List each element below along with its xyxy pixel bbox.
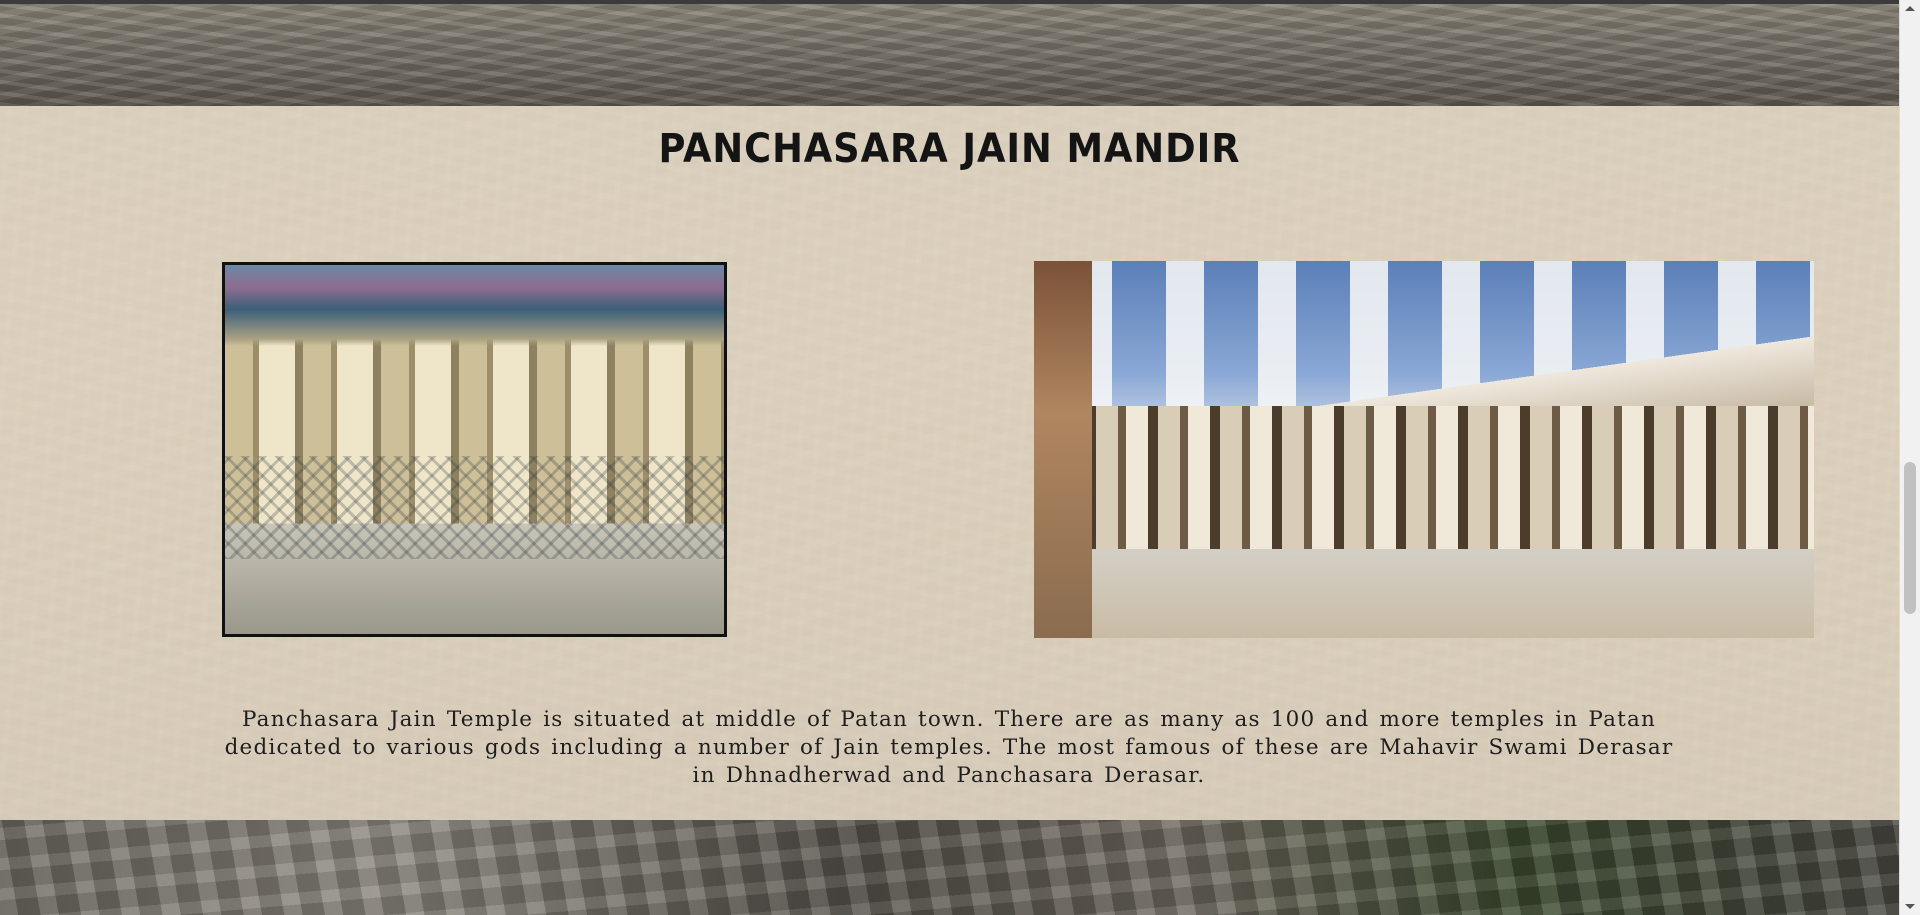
scroll-down-button[interactable] [1900,898,1920,915]
temple-exterior-image [1034,261,1814,638]
top-background-strip [0,0,1899,106]
vertical-scrollbar[interactable] [1899,0,1920,915]
scroll-up-button[interactable] [1900,0,1920,17]
arrow-up-icon [1905,6,1915,11]
temple-section: PANCHASARA JAIN MANDIR Panchasara Jain T… [0,106,1899,820]
bottom-background-strip [0,820,1899,915]
scroll-thumb[interactable] [1904,462,1916,614]
section-description: Panchasara Jain Temple is situated at mi… [224,707,1674,788]
section-title: PANCHASARA JAIN MANDIR [658,126,1241,172]
temple-interior-image [222,262,727,637]
arrow-down-icon [1905,904,1915,909]
